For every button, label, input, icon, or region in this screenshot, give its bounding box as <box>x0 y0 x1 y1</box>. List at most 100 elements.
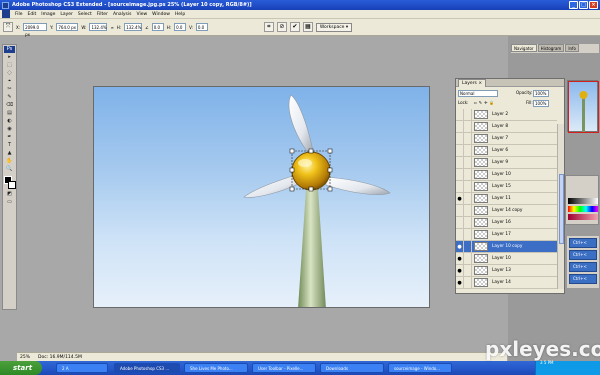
tab-histogram[interactable]: Histogram <box>537 44 565 52</box>
menu-view[interactable]: View <box>136 12 147 17</box>
layer-row[interactable]: ● Layer 11 <box>456 192 557 205</box>
taskbar-item[interactable]: 2 A <box>56 363 108 373</box>
layer-row[interactable]: Layer 15 <box>456 180 557 193</box>
move-tool-icon[interactable]: ▸ <box>4 54 15 61</box>
angle-input[interactable]: 0.0 <box>151 23 164 31</box>
y-input[interactable]: 764.0 px <box>56 23 79 31</box>
ps-menu-icon[interactable] <box>2 10 10 18</box>
quick-select-tool-icon[interactable]: ⌖ <box>4 78 15 85</box>
layer-row[interactable]: Layer 14 copy <box>456 204 557 217</box>
visibility-eye-icon[interactable] <box>456 156 464 169</box>
layer-row[interactable]: Layer 2 <box>456 109 557 121</box>
zoom-level[interactable]: 25% <box>20 355 30 360</box>
pen-tool-icon[interactable]: ✒ <box>4 134 15 141</box>
type-tool-icon[interactable]: T <box>4 142 15 149</box>
layers-scroll-thumb[interactable] <box>559 174 564 244</box>
fill-input[interactable]: 100% <box>533 100 549 107</box>
workspace-dropdown[interactable]: Workspace ▾ <box>315 22 353 32</box>
layer-link-icon[interactable] <box>464 240 472 253</box>
commit-transform-icon[interactable]: ✔ <box>289 22 300 32</box>
layer-link-icon[interactable] <box>464 156 472 169</box>
taskbar-item[interactable]: User Toolbar - Pixelle... <box>252 363 316 373</box>
quick-mask-icon[interactable]: ◩ <box>4 191 15 198</box>
menu-window[interactable]: Window <box>152 12 170 17</box>
visibility-eye-icon[interactable] <box>456 228 464 241</box>
layer-link-icon[interactable] <box>464 144 472 157</box>
layer-row[interactable]: Layer 16 <box>456 216 557 229</box>
layer-row[interactable]: ● Layer 13 <box>456 264 557 277</box>
layer-link-icon[interactable] <box>464 276 472 289</box>
minimize-button[interactable]: _ <box>569 1 578 9</box>
layer-link-icon[interactable] <box>464 264 472 277</box>
document-canvas[interactable] <box>93 86 430 308</box>
visibility-eye-icon[interactable]: ● <box>456 252 464 265</box>
zoom-tool-icon[interactable]: 🔍 <box>4 166 15 173</box>
layer-link-icon[interactable] <box>464 216 472 229</box>
taskbar-item[interactable]: Downloads <box>320 363 384 373</box>
w-input[interactable]: 132.4% <box>89 23 108 31</box>
action-button[interactable]: Ctrl+< <box>569 262 597 272</box>
visibility-eye-icon[interactable] <box>456 180 464 193</box>
crop-tool-icon[interactable]: ✂ <box>4 86 15 93</box>
marquee-tool-icon[interactable]: ⬚ <box>4 62 15 69</box>
taskbar-item-photoshop[interactable]: Adobe Photoshop CS3 ... <box>114 363 180 373</box>
shape-tool-icon[interactable]: ▲ <box>4 150 15 157</box>
layer-link-icon[interactable] <box>464 228 472 241</box>
layer-row-selected[interactable]: ● Layer 10 copy <box>456 240 557 253</box>
layer-link-icon[interactable] <box>464 109 472 121</box>
blur-tool-icon[interactable]: ◉ <box>4 126 15 133</box>
brush-tool-icon[interactable]: ✎ <box>4 94 15 101</box>
h-input[interactable]: 132.4% <box>124 23 143 31</box>
action-button[interactable]: Ctrl+< <box>569 274 597 284</box>
swatches-panel[interactable] <box>565 175 599 225</box>
layer-link-icon[interactable] <box>464 204 472 217</box>
gradient-tool-icon[interactable]: ▤ <box>4 110 15 117</box>
menu-help[interactable]: Help <box>175 12 185 17</box>
document-size[interactable]: Doc: 16.9M/114.5M <box>38 355 82 360</box>
tab-info[interactable]: Info <box>565 44 579 52</box>
brushes-icon[interactable]: ▦ <box>302 22 313 32</box>
taskbar-item[interactable]: She Lives Me Photo... <box>184 363 248 373</box>
taskbar-item[interactable]: sourceimage - Windo... <box>388 363 452 373</box>
eraser-tool-icon[interactable]: ⌫ <box>4 102 15 109</box>
cancel-transform-icon[interactable]: ⊘ <box>276 22 287 32</box>
layer-link-icon[interactable] <box>464 192 472 205</box>
layer-link-icon[interactable] <box>464 252 472 265</box>
start-button[interactable]: start <box>0 361 42 375</box>
menu-image[interactable]: Image <box>41 12 55 17</box>
action-button[interactable]: Ctrl+< <box>569 250 597 260</box>
background-color[interactable] <box>8 181 16 189</box>
visibility-eye-icon[interactable]: ● <box>456 192 464 205</box>
menu-analysis[interactable]: Analysis <box>113 12 132 17</box>
visibility-eye-icon[interactable] <box>456 204 464 217</box>
navigator-thumbnail[interactable] <box>567 80 599 133</box>
visibility-eye-icon[interactable] <box>456 132 464 145</box>
layer-row[interactable]: Layer 9 <box>456 156 557 169</box>
menu-filter[interactable]: Filter <box>97 12 108 17</box>
warp-mode-icon[interactable]: ⌗ <box>263 22 274 32</box>
v-skew-input[interactable]: 0.0 <box>195 23 208 31</box>
link-icon[interactable]: ∞ <box>110 25 113 30</box>
layer-row[interactable]: Layer 17 <box>456 228 557 241</box>
maximize-button[interactable]: □ <box>579 1 588 9</box>
visibility-eye-icon[interactable] <box>456 120 464 133</box>
layer-link-icon[interactable] <box>464 120 472 133</box>
layer-link-icon[interactable] <box>464 180 472 193</box>
close-button[interactable]: × <box>589 1 598 9</box>
menu-layer[interactable]: Layer <box>60 12 73 17</box>
hand-tool-icon[interactable]: ✋ <box>4 158 15 165</box>
layer-row[interactable]: Layer 10 <box>456 168 557 181</box>
visibility-eye-icon[interactable]: ● <box>456 276 464 289</box>
layer-row[interactable]: Layer 7 <box>456 132 557 145</box>
visibility-eye-icon[interactable] <box>456 144 464 157</box>
tab-navigator[interactable]: Navigator <box>511 44 537 52</box>
x-input[interactable]: 2099.0 px <box>23 23 48 37</box>
screen-mode-icon[interactable]: ▭ <box>4 199 15 206</box>
layer-row[interactable]: Layer 8 <box>456 120 557 133</box>
color-swatches[interactable] <box>3 176 16 190</box>
visibility-eye-icon[interactable] <box>456 168 464 181</box>
dodge-tool-icon[interactable]: ◐ <box>4 118 15 125</box>
layer-link-icon[interactable] <box>464 168 472 181</box>
h-skew-input[interactable]: 0.0 <box>174 23 187 31</box>
lasso-tool-icon[interactable]: ◌ <box>4 70 15 77</box>
